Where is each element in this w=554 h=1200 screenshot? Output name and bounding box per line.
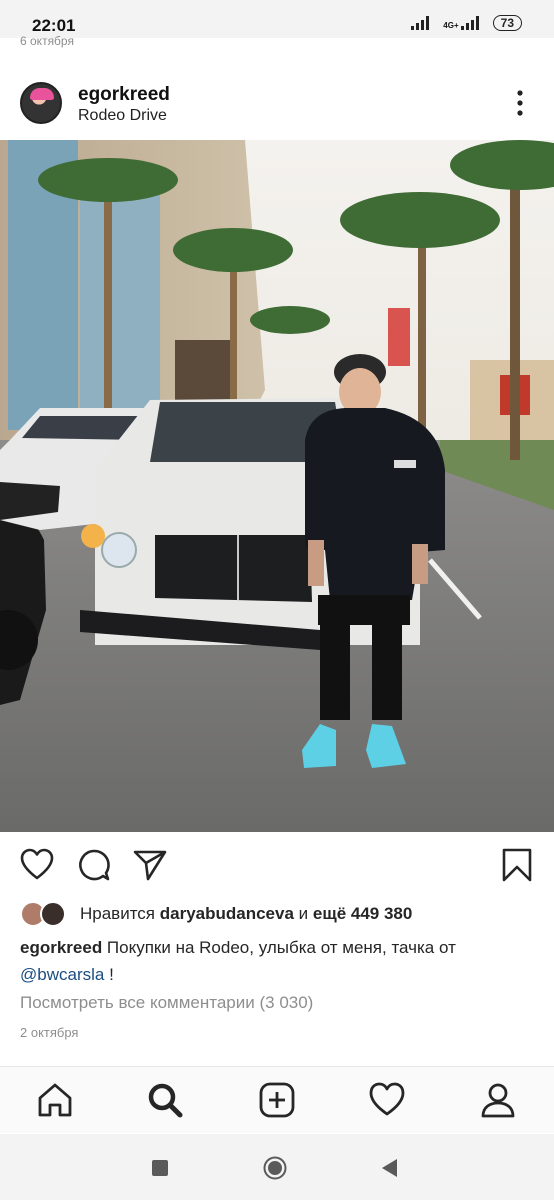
search-icon[interactable] (146, 1081, 184, 1119)
recents-square-icon[interactable] (148, 1156, 172, 1180)
likes-count[interactable]: ещё 449 380 (313, 904, 412, 923)
view-all-comments-link[interactable]: Посмотреть все комментарии (3 030) (20, 993, 313, 1013)
more-options-icon[interactable] (510, 88, 530, 118)
caption-username[interactable]: egorkreed (20, 938, 102, 957)
back-triangle-icon[interactable] (378, 1156, 402, 1180)
home-icon[interactable] (36, 1081, 74, 1119)
activity-heart-icon[interactable] (368, 1081, 406, 1119)
network-type: 4G+ (443, 21, 459, 30)
caption-suffix: ! (104, 965, 114, 984)
bookmark-icon[interactable] (500, 848, 534, 882)
previous-post-date: 6 октября (20, 34, 74, 48)
post-photo[interactable] (0, 140, 554, 832)
add-post-icon[interactable] (258, 1081, 296, 1119)
status-time: 22:01 (32, 16, 76, 35)
battery-indicator: 73 (492, 15, 522, 31)
system-nav-bar (0, 1134, 554, 1200)
mobile-data-icon: 4G+ (443, 16, 480, 30)
signal-icon-2 (460, 16, 479, 30)
caption-text: Покупки на Rodeo, улыбка от меня, тачка … (102, 938, 456, 957)
post-location[interactable]: Rodeo Drive (78, 107, 167, 125)
likes-row[interactable]: Нравится daryabudanceva и ещё 449 380 (20, 900, 412, 928)
post-header: egorkreed Rodeo Drive (0, 70, 554, 136)
post-caption: egorkreed Покупки на Rodeo, улыбка от ме… (20, 934, 540, 988)
share-icon[interactable] (133, 848, 167, 882)
caption-mention[interactable]: @bwcarsla (20, 965, 104, 984)
likes-user[interactable]: daryabudanceva (160, 904, 294, 923)
post-date: 2 октября (20, 1025, 79, 1040)
bottom-nav (0, 1066, 554, 1133)
signal-icon (411, 16, 430, 30)
likes-prefix: Нравится (80, 904, 160, 923)
comment-icon[interactable] (77, 848, 111, 882)
liker-avatars (20, 901, 66, 927)
status-icons: 4G+ 73 (411, 15, 522, 31)
home-circle-icon[interactable] (263, 1156, 287, 1180)
avatar[interactable] (20, 82, 62, 124)
post-username[interactable]: egorkreed (78, 84, 170, 106)
post-actions (0, 842, 554, 890)
heart-icon[interactable] (20, 848, 54, 882)
likes-middle: и (293, 904, 313, 923)
profile-icon[interactable] (479, 1081, 517, 1119)
liker-avatar (40, 901, 66, 927)
photo-illustration (0, 140, 554, 832)
status-bar: 22:01 4G+ 73 (0, 0, 554, 38)
likes-text: Нравится daryabudanceva и ещё 449 380 (80, 904, 412, 924)
